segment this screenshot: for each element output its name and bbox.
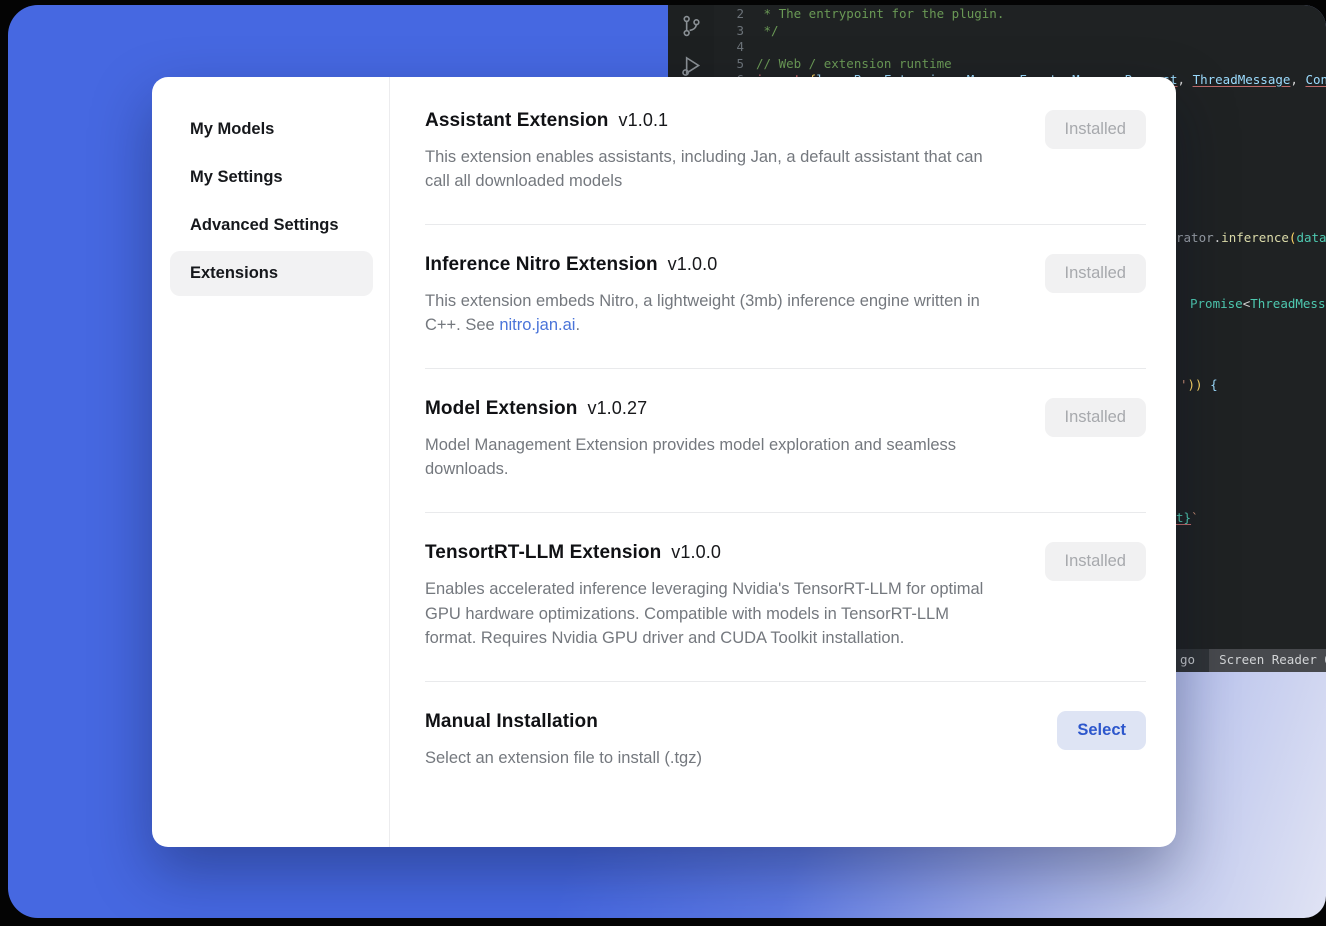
code-token: ))	[1188, 377, 1203, 392]
extension-info: Inference Nitro Extension v1.0.0 This exte…	[425, 254, 1003, 337]
extension-link[interactable]: nitro.jan.ai	[499, 316, 575, 334]
select-button[interactable]: Select	[1057, 711, 1146, 750]
status-screen-reader-item[interactable]: Screen Reader Optimize	[1209, 649, 1326, 672]
code-line: 3 */	[714, 23, 1326, 40]
line-number: 3	[714, 23, 756, 40]
code-token: // Web / extension runtime	[756, 56, 952, 71]
line-number: 4	[714, 39, 756, 56]
sidebar-item-extensions[interactable]: Extensions	[170, 251, 373, 296]
code-token: ThreadMessage	[1250, 296, 1326, 311]
extension-name: TensortRT-LLM Extension	[425, 542, 661, 563]
code-token: inference	[1221, 230, 1289, 245]
line-number: 5	[714, 56, 756, 73]
description-text: Enables accelerated inference leveraging…	[425, 580, 983, 646]
extension-title: Model Extension v1.0.27	[425, 398, 1003, 420]
extension-title: Assistant Extension v1.0.1	[425, 110, 1003, 132]
code-fragment: t}`	[1176, 510, 1199, 527]
extensions-list: Assistant Extension v1.0.1 This extension …	[390, 77, 1176, 847]
extension-row: Inference Nitro Extension v1.0.0 This exte…	[425, 225, 1146, 369]
installed-button[interactable]: Installed	[1045, 254, 1146, 293]
code-token: rator	[1176, 230, 1214, 245]
line-content: // Web / extension runtime	[756, 56, 952, 73]
extension-description: This extension enables assistants, inclu…	[425, 145, 1003, 193]
run-debug-icon[interactable]	[678, 53, 704, 79]
code-token: * The entrypoint for the plugin.	[756, 6, 1004, 21]
description-text: This extension enables assistants, inclu…	[425, 148, 983, 190]
description-text: Select an extension file to install (.tg…	[425, 749, 702, 767]
code-token: ContentType	[1305, 72, 1326, 87]
code-token: Promise	[1190, 296, 1243, 311]
sidebar-item-advanced-settings[interactable]: Advanced Settings	[170, 203, 373, 248]
extension-description: Select an extension file to install (.tg…	[425, 746, 1003, 770]
installed-button[interactable]: Installed	[1045, 542, 1146, 581]
code-token: data	[1296, 230, 1326, 245]
extension-version: v1.0.27	[587, 398, 647, 418]
code-token: '	[1180, 377, 1188, 392]
extension-name: Model Extension	[425, 398, 577, 419]
code-line: 4	[714, 39, 1326, 56]
extension-row: Assistant Extension v1.0.1 This extension …	[425, 81, 1146, 225]
extension-version: v1.0.0	[668, 254, 718, 274]
code-fragment: ')) {	[1180, 377, 1218, 394]
extension-name: Assistant Extension	[425, 110, 609, 131]
extension-info: Model Extension v1.0.27 Model Management E…	[425, 398, 1003, 481]
sidebar-item-my-models[interactable]: My Models	[170, 107, 373, 152]
sidebar-item-my-settings[interactable]: My Settings	[170, 155, 373, 200]
extension-row: Manual Installation Select an extension f…	[425, 682, 1146, 801]
code-fragment: Promise<ThreadMessage>	[1190, 296, 1326, 313]
extension-title: TensortRT-LLM Extension v1.0.0	[425, 542, 1003, 564]
code-token: `	[1191, 510, 1199, 525]
extension-description: Model Management Extension provides mode…	[425, 433, 1003, 481]
source-control-icon[interactable]	[678, 13, 704, 39]
code-fragment: rator.inference(data));	[1176, 230, 1326, 247]
installed-button[interactable]: Installed	[1045, 110, 1146, 149]
code-token: t}	[1176, 510, 1191, 525]
description-text: Model Management Extension provides mode…	[425, 436, 956, 478]
code-token: ,	[1178, 72, 1193, 87]
extension-title: Inference Nitro Extension v1.0.0	[425, 254, 1003, 276]
line-content: */	[756, 23, 779, 40]
code-line: 5// Web / extension runtime	[714, 56, 1326, 73]
extension-version: v1.0.1	[619, 110, 669, 130]
extension-name: Inference Nitro Extension	[425, 254, 658, 275]
extension-description: This extension embeds Nitro, a lightweig…	[425, 289, 1003, 337]
extension-info: Manual Installation Select an extension f…	[425, 711, 1003, 770]
extension-description: Enables accelerated inference leveraging…	[425, 577, 1003, 649]
desktop-background: 2 * The entrypoint for the plugin.3 */45…	[8, 5, 1326, 918]
status-left-text: go	[1180, 649, 1195, 672]
description-text: .	[575, 316, 580, 334]
code-token: {	[1203, 377, 1218, 392]
extension-row: Model Extension v1.0.27 Model Management E…	[425, 369, 1146, 513]
settings-sidebar: My ModelsMy SettingsAdvanced SettingsExt…	[152, 77, 390, 847]
extension-info: TensortRT-LLM Extension v1.0.0 Enables acc…	[425, 542, 1003, 649]
code-token: ThreadMessage	[1193, 72, 1291, 87]
installed-button[interactable]: Installed	[1045, 398, 1146, 437]
extension-version: v1.0.0	[671, 542, 721, 562]
code-token: */	[756, 23, 779, 38]
extension-name: Manual Installation	[425, 711, 598, 732]
extension-title: Manual Installation	[425, 711, 1003, 733]
line-content: * The entrypoint for the plugin.	[756, 6, 1004, 23]
code-token: ,	[1290, 72, 1305, 87]
code-line: 2 * The entrypoint for the plugin.	[714, 6, 1326, 23]
settings-modal: My ModelsMy SettingsAdvanced SettingsExt…	[152, 77, 1176, 847]
extension-info: Assistant Extension v1.0.1 This extension …	[425, 110, 1003, 193]
extension-row: TensortRT-LLM Extension v1.0.0 Enables acc…	[425, 513, 1146, 681]
line-number: 2	[714, 6, 756, 23]
